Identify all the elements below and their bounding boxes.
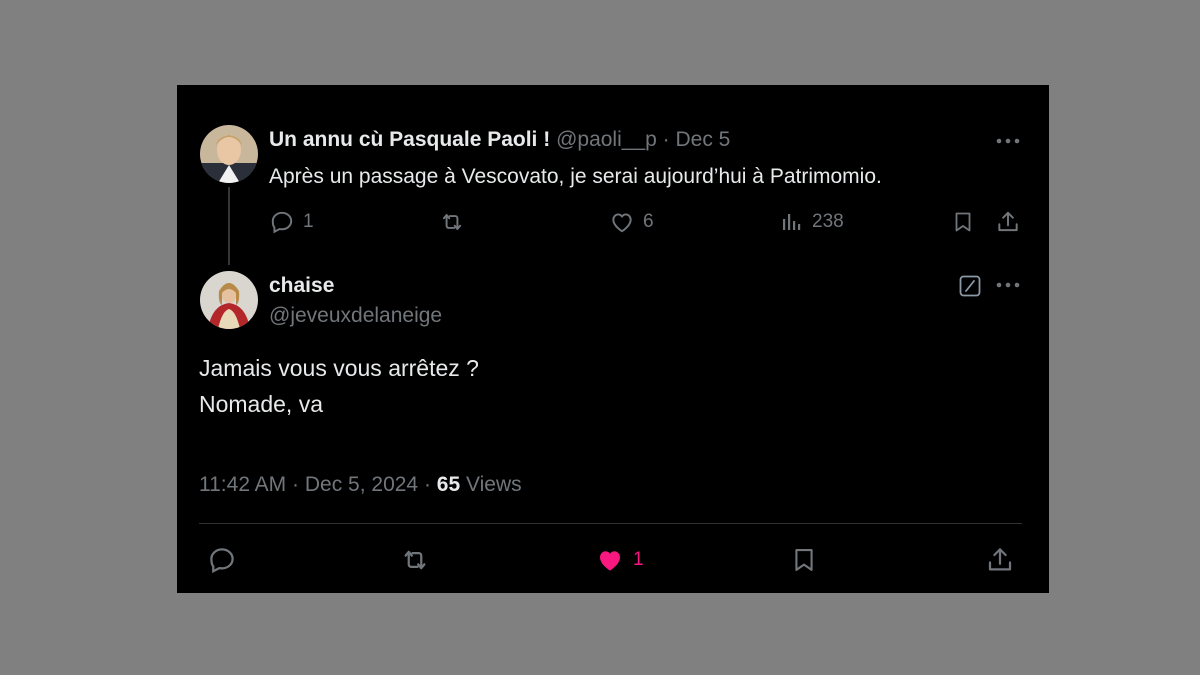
reply-text-line: Nomade, va — [199, 391, 324, 417]
reply-icon — [207, 545, 237, 575]
reply-icon — [269, 209, 295, 235]
like-button[interactable]: 1 — [595, 545, 644, 575]
parent-author-name[interactable]: Un annu cù Pasquale Paoli ! — [269, 128, 550, 151]
share-button[interactable] — [985, 545, 1015, 575]
bookmark-icon — [790, 545, 818, 575]
reply-button[interactable] — [207, 545, 237, 575]
reply-date[interactable]: Dec 5, 2024 — [305, 473, 418, 496]
parent-views-button[interactable]: 238 — [780, 209, 844, 235]
parent-avatar[interactable] — [200, 125, 258, 183]
parent-bookmark-button[interactable] — [951, 209, 975, 235]
divider — [199, 523, 1022, 524]
thread-line — [228, 187, 230, 265]
reply-time[interactable]: 11:42 AM — [199, 473, 286, 496]
bookmark-icon — [951, 209, 975, 235]
reply-author-name[interactable]: chaise — [269, 272, 334, 300]
grok-icon[interactable] — [958, 274, 982, 298]
like-icon — [609, 209, 635, 235]
retweet-icon — [399, 545, 431, 575]
parent-header: Un annu cù Pasquale Paoli ! @paoli__p · … — [269, 126, 730, 154]
share-icon — [995, 209, 1021, 235]
share-icon — [985, 545, 1015, 575]
parent-tweet-text: Après un passage à Vescovato, je serai a… — [269, 165, 882, 188]
parent-reply-count: 1 — [303, 211, 314, 232]
reply-author-handle[interactable]: @jeveuxdelaneige — [269, 302, 442, 330]
retweet-button[interactable] — [399, 545, 431, 575]
reply-metadata: 11:42 AM · Dec 5, 2024 · 65 Views — [199, 471, 522, 499]
parent-date[interactable]: Dec 5 — [676, 128, 731, 151]
meta-separator: · — [423, 473, 431, 496]
parent-like-button[interactable]: 6 — [609, 209, 654, 235]
meta-separator: · — [292, 473, 300, 496]
parent-reply-button[interactable]: 1 — [269, 209, 314, 235]
reply-views-label: Views — [466, 473, 522, 496]
parent-view-count: 238 — [812, 211, 844, 232]
reply-text-line: Jamais vous vous arrêtez ? — [199, 355, 479, 381]
views-icon — [780, 209, 804, 235]
tweet-card: Un annu cù Pasquale Paoli ! @paoli__p · … — [177, 85, 1049, 593]
more-icon[interactable] — [995, 275, 1021, 295]
like-icon — [595, 545, 625, 575]
parent-author-handle[interactable]: @paoli__p — [556, 128, 657, 151]
parent-like-count: 6 — [643, 211, 654, 232]
bookmark-button[interactable] — [790, 545, 818, 575]
retweet-icon — [438, 209, 466, 235]
parent-share-button[interactable] — [995, 209, 1021, 235]
reply-view-count: 65 — [436, 473, 461, 496]
like-count: 1 — [633, 549, 644, 570]
reply-avatar[interactable] — [200, 271, 258, 329]
more-icon[interactable] — [995, 131, 1021, 151]
parent-retweet-button[interactable] — [438, 209, 466, 235]
parent-separator: · — [662, 128, 670, 151]
reply-tweet-text: Jamais vous vous arrêtez ? Nomade, va — [199, 350, 479, 422]
